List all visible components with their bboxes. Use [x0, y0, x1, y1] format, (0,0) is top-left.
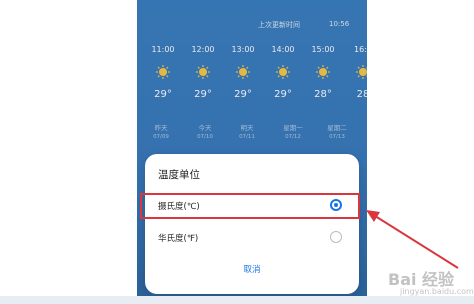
bottom-bar — [0, 296, 474, 304]
temperature-unit-dialog: 温度单位 摄氏度(℃) 华氏度(℉) 取消 — [145, 154, 359, 294]
highlight-box — [140, 193, 360, 219]
option-fahrenheit-label: 华氏度(℉) — [158, 234, 199, 244]
fahrenheit-radio[interactable] — [330, 231, 342, 243]
option-fahrenheit[interactable]: 华氏度(℉) — [145, 226, 359, 250]
watermark-url: jingyan.baidu.com — [400, 287, 474, 296]
dialog-title: 温度单位 — [158, 169, 200, 181]
cancel-button[interactable]: 取消 — [145, 263, 359, 275]
